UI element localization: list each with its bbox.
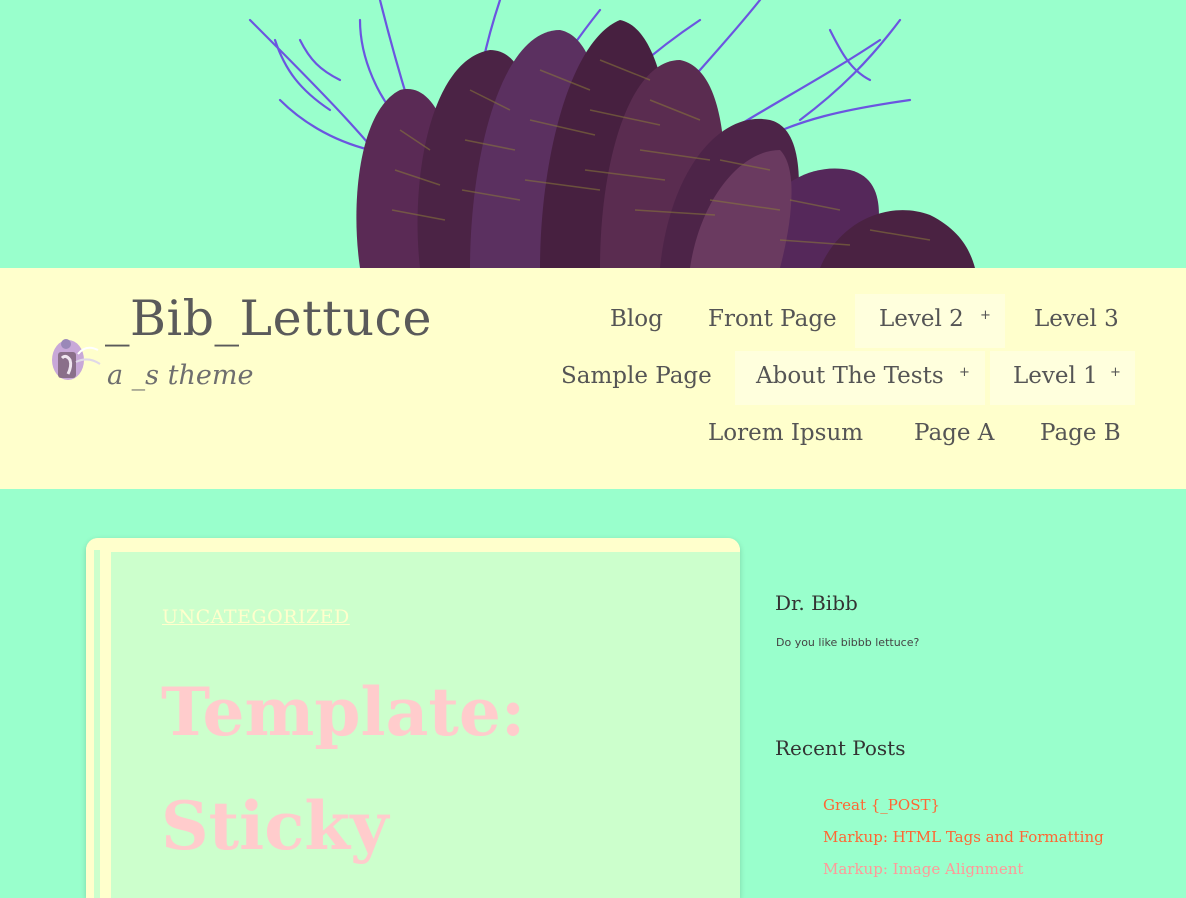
widget-title-about: Dr. Bibb xyxy=(775,591,858,615)
submenu-toggle-icon[interactable]: + xyxy=(980,309,991,322)
card-border xyxy=(86,538,94,898)
post-category-link[interactable]: UNCATEGORIZED xyxy=(162,606,350,629)
site-title[interactable]: _Bib_Lettuce xyxy=(105,290,432,349)
submenu-toggle-icon[interactable]: + xyxy=(959,366,970,379)
widget-title-recent-posts: Recent Posts xyxy=(775,736,906,760)
nav-item-blog[interactable]: Blog xyxy=(610,308,663,331)
recent-post-link[interactable]: Great {_POST} xyxy=(823,796,940,814)
nav-item-about-the-tests[interactable]: About The Tests xyxy=(756,365,944,388)
nav-item-lorem-ipsum[interactable]: Lorem Ipsum xyxy=(708,422,863,445)
post-title[interactable]: Template: Sticky xyxy=(161,655,721,883)
site-description: a _s theme xyxy=(107,360,254,391)
nav-item-level-2[interactable]: Level 2 xyxy=(879,308,964,331)
recent-post-link[interactable]: Markup: Image Alignment xyxy=(823,860,1023,878)
card-border xyxy=(100,548,111,898)
site-logo-icon[interactable] xyxy=(48,334,102,384)
lettuce-plant-illustration xyxy=(248,0,975,268)
submenu-toggle-icon[interactable]: + xyxy=(1110,366,1121,379)
nav-item-level-3[interactable]: Level 3 xyxy=(1034,308,1119,331)
nav-item-sample-page[interactable]: Sample Page xyxy=(561,365,712,388)
nav-item-front-page[interactable]: Front Page xyxy=(708,308,837,331)
nav-item-level-1[interactable]: Level 1 xyxy=(1013,365,1098,388)
nav-item-page-b[interactable]: Page B xyxy=(1040,422,1121,445)
card-border xyxy=(100,548,740,552)
recent-post-link[interactable]: Markup: HTML Tags and Formatting xyxy=(823,828,1104,846)
header-image xyxy=(0,0,1186,268)
widget-text-about: Do you like bibbb lettuce? xyxy=(776,636,920,649)
nav-item-page-a[interactable]: Page A xyxy=(914,422,994,445)
